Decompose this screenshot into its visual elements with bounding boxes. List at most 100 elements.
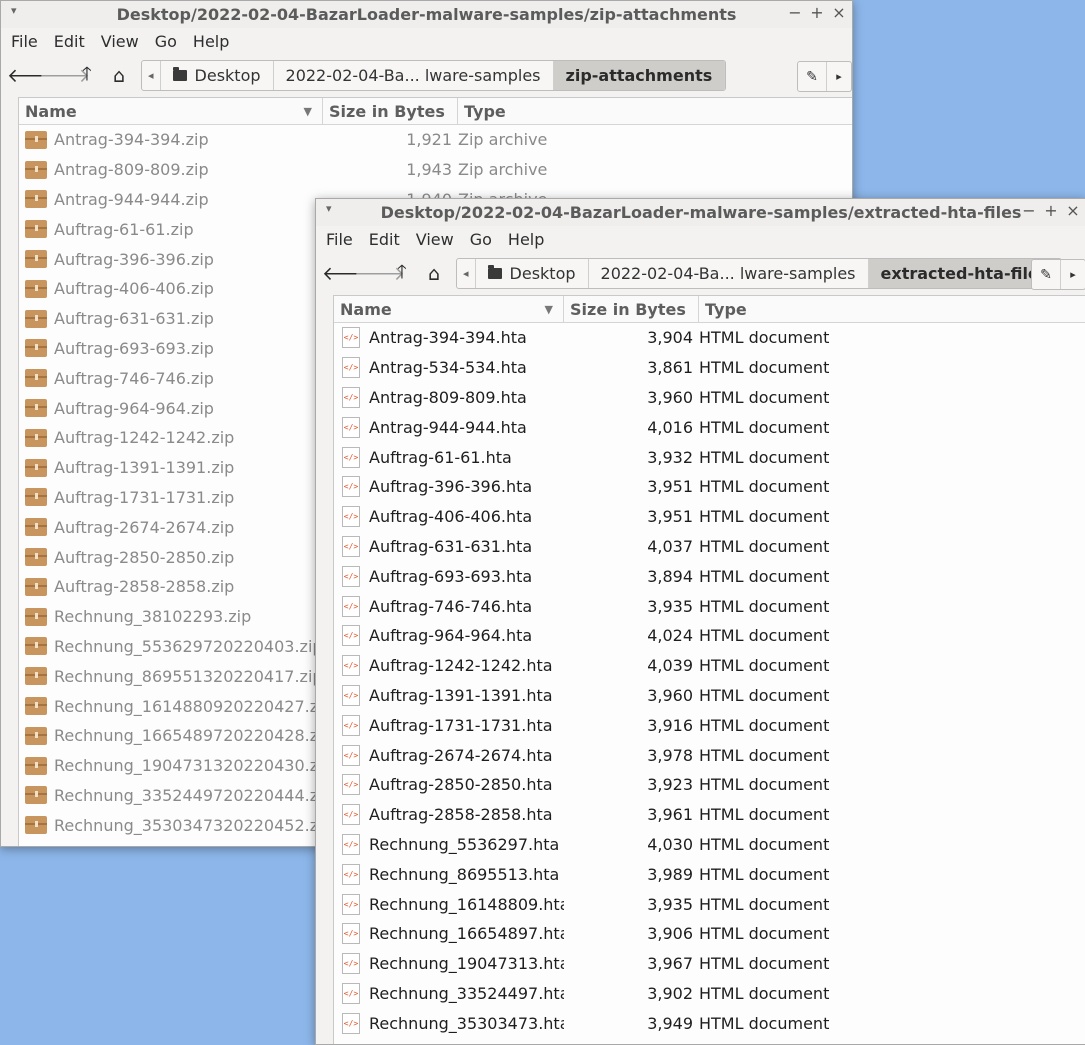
forward-arrow-icon[interactable]: 🡒 bbox=[39, 64, 90, 87]
file-row[interactable]: </> Rechnung_33524497.hta 3,902 HTML docume… bbox=[334, 979, 1085, 1009]
column-type-header[interactable]: Type bbox=[458, 102, 506, 121]
edit-location-pencil-icon[interactable]: ✎ bbox=[1032, 260, 1060, 289]
file-size: 3,960 bbox=[647, 685, 693, 705]
file-row[interactable]: Antrag-394-394.zip 1,921 Zip archive bbox=[19, 125, 852, 155]
file-name-cell: </> Antrag-809-809.hta bbox=[334, 386, 564, 408]
path-segment-parent[interactable]: 2022-02-04-Ba... lware-samples bbox=[589, 259, 869, 288]
menu-view[interactable]: View bbox=[408, 230, 462, 249]
file-size: 3,951 bbox=[647, 477, 693, 497]
maximize-icon[interactable]: + bbox=[1044, 201, 1058, 220]
file-row[interactable]: </> Rechnung_8695513.hta 3,989 HTML documen… bbox=[334, 859, 1085, 889]
forward-arrow-icon[interactable]: 🡒 bbox=[354, 262, 405, 285]
file-row[interactable]: </> Antrag-944-944.hta 4,016 HTML document bbox=[334, 412, 1085, 442]
path-scroll-left-icon[interactable]: ◂ bbox=[142, 61, 161, 90]
html-document-icon: </> bbox=[342, 923, 360, 945]
menu-edit[interactable]: Edit bbox=[46, 32, 93, 51]
menu-help[interactable]: Help bbox=[185, 32, 237, 51]
file-row[interactable]: </> Auftrag-2858-2858.hta 3,961 HTML docume… bbox=[334, 800, 1085, 830]
file-row[interactable]: </> Rechnung_5536297.hta 4,030 HTML documen… bbox=[334, 830, 1085, 860]
up-arrow-icon[interactable]: 🡑 bbox=[386, 258, 418, 290]
menu-file[interactable]: File bbox=[318, 230, 361, 249]
home-icon[interactable]: ⌂ bbox=[103, 65, 135, 87]
file-name-cell: </> Auftrag-406-406.hta bbox=[334, 506, 564, 528]
zip-archive-icon bbox=[25, 697, 47, 716]
file-size: 3,923 bbox=[647, 775, 693, 795]
menu-go[interactable]: Go bbox=[147, 32, 185, 51]
file-name-cell: </> Auftrag-61-61.hta bbox=[334, 446, 564, 468]
file-name-cell: </> Rechnung_35303473.hta bbox=[334, 1012, 564, 1034]
window-menu-icon[interactable]: ▾ bbox=[326, 202, 332, 215]
menu-go[interactable]: Go bbox=[462, 230, 500, 249]
file-size: 3,978 bbox=[647, 745, 693, 765]
file-row[interactable]: </> Rechnung_16654897.hta 3,906 HTML docume… bbox=[334, 919, 1085, 949]
file-row[interactable]: </> Auftrag-406-406.hta 3,951 HTML document bbox=[334, 502, 1085, 532]
zip-archive-icon bbox=[25, 279, 47, 298]
file-row[interactable]: </> Auftrag-693-693.hta 3,894 HTML document bbox=[334, 561, 1085, 591]
toolbar: 🡐 🡒 🡑 ⌂ ◂ Desktop 2022-02-04-Ba... lware… bbox=[316, 252, 1085, 295]
file-type: HTML document bbox=[699, 805, 830, 825]
menu-edit[interactable]: Edit bbox=[361, 230, 408, 249]
file-name-cell: Auftrag-631-631.zip bbox=[19, 309, 323, 328]
file-row[interactable]: </> Auftrag-1731-1731.hta 3,916 HTML docume… bbox=[334, 710, 1085, 740]
column-name-header[interactable]: Name ▼ bbox=[19, 98, 323, 124]
back-arrow-icon[interactable]: 🡐 bbox=[322, 262, 373, 285]
zip-archive-icon bbox=[25, 250, 47, 269]
html-document-icon: </> bbox=[342, 863, 360, 885]
file-row[interactable]: </> Auftrag-1391-1391.hta 3,960 HTML docume… bbox=[334, 681, 1085, 711]
html-document-icon: </> bbox=[342, 714, 360, 736]
file-row[interactable]: </> Auftrag-2674-2674.hta 3,978 HTML docume… bbox=[334, 740, 1085, 770]
path-scroll-right-icon[interactable]: ▸ bbox=[826, 62, 851, 91]
maximize-icon[interactable]: + bbox=[810, 3, 824, 22]
column-name-header[interactable]: Name ▼ bbox=[334, 296, 564, 322]
file-row[interactable]: </> Antrag-394-394.hta 3,904 HTML document bbox=[334, 323, 1085, 353]
file-type: HTML document bbox=[699, 864, 830, 884]
up-arrow-icon[interactable]: 🡑 bbox=[71, 60, 103, 92]
file-name: Auftrag-396-396.hta bbox=[369, 477, 533, 497]
zip-archive-icon bbox=[25, 786, 47, 805]
path-segment-desktop[interactable]: Desktop bbox=[161, 61, 274, 90]
file-row[interactable]: </> Auftrag-2850-2850.hta 3,923 HTML docume… bbox=[334, 770, 1085, 800]
file-name: Auftrag-61-61.zip bbox=[54, 219, 194, 239]
path-scroll-right-icon[interactable]: ▸ bbox=[1060, 260, 1085, 289]
file-row[interactable]: </> Rechnung_16148809.hta 3,935 HTML docume… bbox=[334, 889, 1085, 919]
file-row[interactable]: </> Rechnung_35303473.hta 3,949 HTML docume… bbox=[334, 1008, 1085, 1038]
file-name: Auftrag-1242-1242.hta bbox=[369, 656, 553, 676]
path-segment-desktop[interactable]: Desktop bbox=[476, 259, 589, 288]
file-row[interactable]: Antrag-809-809.zip 1,943 Zip archive bbox=[19, 155, 852, 185]
menu-file[interactable]: File bbox=[3, 32, 46, 51]
file-row[interactable]: </> Auftrag-964-964.hta 4,024 HTML document bbox=[334, 621, 1085, 651]
title-bar[interactable]: ▾ Desktop/2022-02-04-BazarLoader-malware… bbox=[1, 1, 852, 28]
column-size-header[interactable]: Size in Bytes bbox=[323, 98, 458, 124]
path-segment-current[interactable]: zip-attachments bbox=[553, 61, 726, 90]
file-row[interactable]: </> Auftrag-631-631.hta 4,037 HTML document bbox=[334, 532, 1085, 562]
file-row[interactable]: </> Rechnung_19047313.hta 3,967 HTML docume… bbox=[334, 949, 1085, 979]
html-document-icon: </> bbox=[342, 416, 360, 438]
back-arrow-icon[interactable]: 🡐 bbox=[7, 64, 58, 87]
path-scroll-left-icon[interactable]: ◂ bbox=[457, 259, 476, 288]
file-row[interactable]: </> Auftrag-61-61.hta 3,932 HTML document bbox=[334, 442, 1085, 472]
edit-location-pencil-icon[interactable]: ✎ bbox=[798, 62, 826, 91]
column-size-header[interactable]: Size in Bytes bbox=[564, 296, 699, 322]
file-name: Rechnung_553629720220403.zip bbox=[54, 636, 323, 656]
file-row[interactable]: </> Auftrag-1242-1242.hta 4,039 HTML docume… bbox=[334, 651, 1085, 681]
file-name-cell: Rechnung_553629720220403.zip bbox=[19, 637, 323, 656]
menu-view[interactable]: View bbox=[93, 32, 147, 51]
column-type-header[interactable]: Type bbox=[699, 300, 747, 319]
file-size: 3,951 bbox=[647, 507, 693, 527]
file-row[interactable]: </> Auftrag-746-746.hta 3,935 HTML document bbox=[334, 591, 1085, 621]
file-list[interactable]: Name ▼ Size in Bytes Type </> Antrag-394-3… bbox=[333, 295, 1085, 1044]
file-row[interactable]: </> Antrag-534-534.hta 3,861 HTML document bbox=[334, 353, 1085, 383]
minimize-icon[interactable]: − bbox=[788, 3, 802, 22]
minimize-icon[interactable]: − bbox=[1022, 201, 1036, 220]
file-name-cell: Auftrag-746-746.zip bbox=[19, 369, 323, 388]
file-row[interactable]: </> Antrag-809-809.hta 3,960 HTML document bbox=[334, 383, 1085, 413]
home-icon[interactable]: ⌂ bbox=[418, 263, 450, 285]
zip-archive-icon bbox=[25, 160, 47, 179]
close-icon[interactable]: × bbox=[832, 3, 846, 22]
close-icon[interactable]: × bbox=[1066, 201, 1080, 220]
window-menu-icon[interactable]: ▾ bbox=[11, 4, 17, 17]
menu-help[interactable]: Help bbox=[500, 230, 552, 249]
file-row[interactable]: </> Auftrag-396-396.hta 3,951 HTML document bbox=[334, 472, 1085, 502]
path-segment-parent[interactable]: 2022-02-04-Ba... lware-samples bbox=[274, 61, 554, 90]
title-bar[interactable]: ▾ Desktop/2022-02-04-BazarLoader-malware… bbox=[316, 199, 1085, 226]
